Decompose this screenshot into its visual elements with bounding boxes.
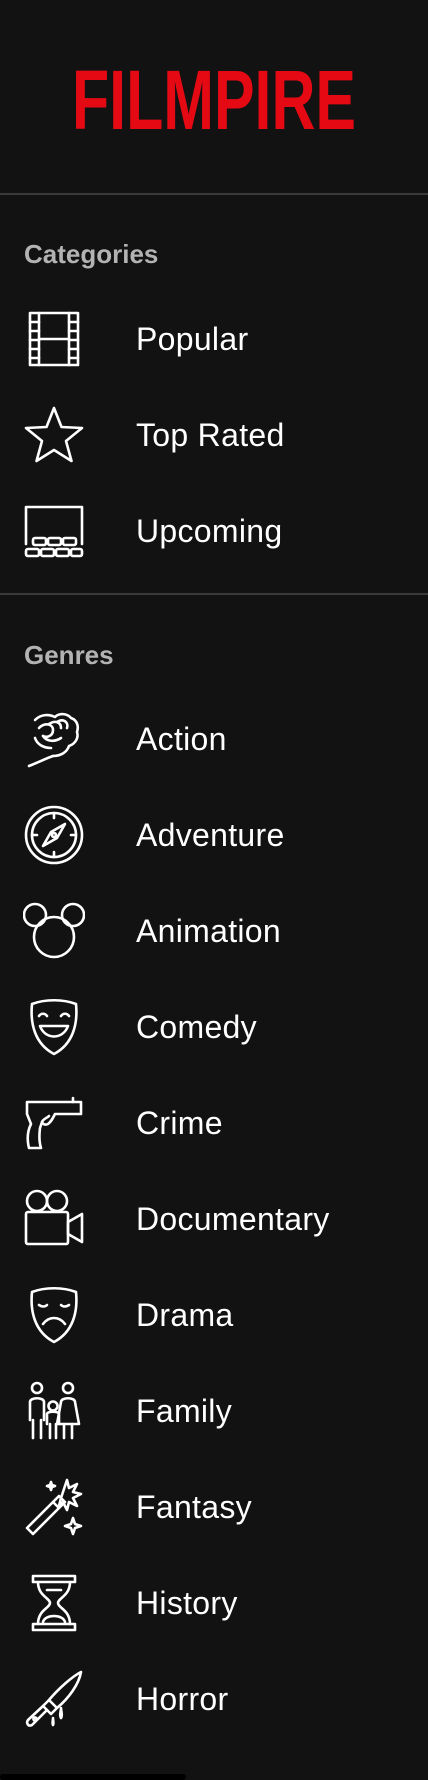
genre-label: Adventure	[136, 816, 285, 853]
category-label: Popular	[136, 320, 249, 357]
family-icon	[23, 1380, 85, 1442]
category-item-upcoming[interactable]: Upcoming	[0, 483, 428, 579]
genre-item-crime[interactable]: Crime	[0, 1075, 428, 1171]
comedy-mask-icon	[23, 996, 85, 1058]
category-item-popular[interactable]: Popular	[0, 291, 428, 387]
magic-wand-icon	[23, 1476, 85, 1538]
genre-item-fantasy[interactable]: Fantasy	[0, 1459, 428, 1555]
genre-label: Comedy	[136, 1008, 257, 1045]
filmpire-logo[interactable]: FILMPIRE	[69, 51, 359, 143]
category-label: Top Rated	[136, 416, 285, 453]
theater-screen-icon	[23, 500, 85, 562]
category-item-top-rated[interactable]: Top Rated	[0, 387, 428, 483]
genre-label: Animation	[136, 912, 281, 949]
movie-camera-icon	[23, 1188, 85, 1250]
categories-list: Popular Top Rated Upcoming	[0, 291, 428, 593]
genre-label: Drama	[136, 1296, 234, 1333]
genres-list: Action Adventure Animation Comedy Crime …	[0, 691, 428, 1747]
hourglass-icon	[23, 1572, 85, 1634]
genre-label: Documentary	[136, 1200, 330, 1237]
star-icon	[23, 404, 85, 466]
section-title-categories: Categories	[24, 239, 159, 269]
genre-label: Crime	[136, 1104, 223, 1141]
genre-item-comedy[interactable]: Comedy	[0, 979, 428, 1075]
category-label: Upcoming	[136, 512, 283, 549]
navigation-drawer: FILMPIRE Categories Popular Top Rated Up…	[0, 0, 428, 1780]
logo-text: FILMPIRE	[72, 53, 356, 143]
genre-item-documentary[interactable]: Documentary	[0, 1171, 428, 1267]
genre-item-adventure[interactable]: Adventure	[0, 787, 428, 883]
genre-item-animation[interactable]: Animation	[0, 883, 428, 979]
genre-label: Fantasy	[136, 1488, 252, 1525]
mouse-ears-icon	[23, 900, 85, 962]
genre-item-horror[interactable]: Horror	[0, 1651, 428, 1747]
genre-label: Action	[136, 720, 227, 757]
genre-item-drama[interactable]: Drama	[0, 1267, 428, 1363]
genre-label: Family	[136, 1392, 233, 1429]
section-title-genres: Genres	[24, 640, 114, 670]
logo-area[interactable]: FILMPIRE	[0, 0, 428, 193]
fist-icon	[23, 708, 85, 770]
scroll-indicator	[0, 1774, 186, 1780]
genre-item-history[interactable]: History	[0, 1555, 428, 1651]
pistol-icon	[23, 1092, 85, 1154]
film-strip-icon	[23, 308, 85, 370]
drama-mask-icon	[23, 1284, 85, 1346]
genre-label: History	[136, 1584, 238, 1621]
compass-icon	[23, 804, 85, 866]
knife-icon	[23, 1668, 85, 1730]
genre-item-action[interactable]: Action	[0, 691, 428, 787]
genre-label: Horror	[136, 1680, 229, 1717]
genre-item-family[interactable]: Family	[0, 1363, 428, 1459]
